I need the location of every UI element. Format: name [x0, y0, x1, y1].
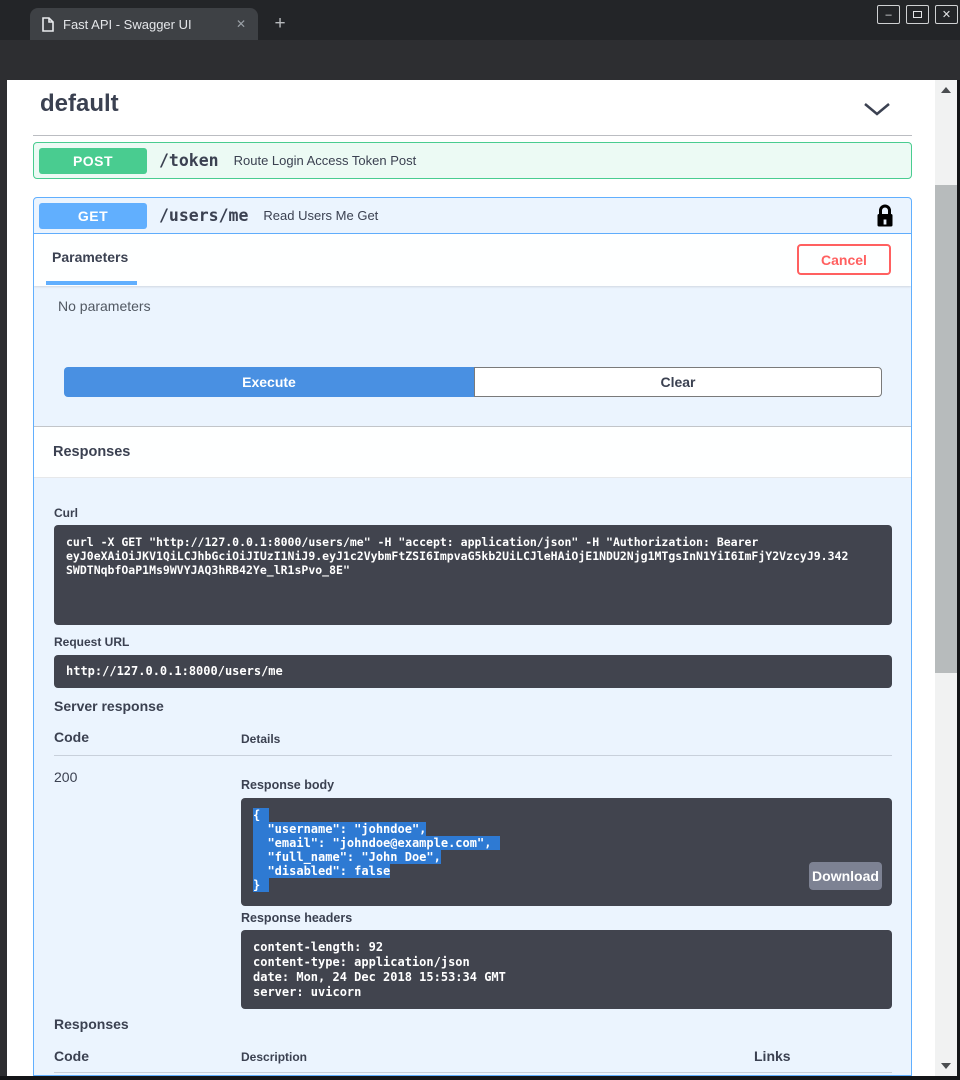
curl-label: Curl: [54, 506, 78, 520]
execute-button[interactable]: Execute: [64, 367, 474, 397]
tab-close-icon[interactable]: ✕: [232, 15, 250, 33]
response-body-line: "disabled": false: [253, 864, 880, 878]
response-headers-block: content-length: 92 content-type: applica…: [241, 930, 892, 1009]
clear-button[interactable]: Clear: [474, 367, 882, 397]
browser-tab[interactable]: Fast API - Swagger UI ✕: [30, 8, 258, 40]
download-button[interactable]: Download: [809, 862, 882, 890]
response-body-line: "username": "johndoe",: [253, 822, 880, 836]
responses-label: Responses: [53, 444, 130, 460]
endpoint-header[interactable]: GET /users/me Read Users Me Get: [34, 198, 911, 234]
section-title[interactable]: default: [40, 90, 119, 118]
maximize-button[interactable]: [906, 5, 929, 24]
request-url-label: Request URL: [54, 635, 129, 649]
code-column-header: Code: [54, 729, 89, 745]
section-divider: [33, 135, 912, 136]
get-method-badge: GET: [39, 203, 147, 229]
response-body-label: Response body: [241, 778, 334, 792]
links-column-header: Links: [754, 1048, 791, 1064]
responses-section-header: Responses: [34, 426, 911, 478]
response-body-line: {: [253, 808, 880, 822]
response-headers-label: Response headers: [241, 911, 352, 925]
post-method-badge: POST: [39, 148, 147, 174]
new-tab-button[interactable]: +: [268, 12, 292, 36]
tab-parameters[interactable]: Parameters: [52, 249, 128, 265]
response-header-line: date: Mon, 24 Dec 2018 15:53:34 GMT: [253, 970, 880, 985]
description-column-header: Description: [241, 1050, 307, 1064]
status-code: 200: [54, 769, 77, 785]
active-tab-underline: [46, 281, 137, 285]
server-response-label: Server response: [54, 698, 164, 714]
details-column-header: Details: [241, 732, 280, 746]
responses-schema-label: Responses: [54, 1016, 129, 1032]
close-button[interactable]: ✕: [935, 5, 958, 24]
response-body-line: }: [253, 878, 880, 892]
endpoint-summary: Route Login Access Token Post: [234, 153, 417, 168]
window-controls: – ✕: [877, 5, 958, 24]
curl-line: SWDTNqbfOaP1Ms9WVYJAQ3hRB42Ye_lR1sPvo_8E…: [66, 563, 880, 577]
table-divider: [54, 755, 892, 756]
response-body-block: { "username": "johndoe", "email": "johnd…: [241, 798, 892, 906]
endpoint-path: /users/me: [159, 206, 248, 225]
response-header-line: content-type: application/json: [253, 955, 880, 970]
curl-command-block: curl -X GET "http://127.0.0.1:8000/users…: [54, 525, 892, 625]
maximize-icon: [913, 11, 922, 18]
window-border-bottom: [0, 1076, 960, 1080]
request-url-value: http://127.0.0.1:8000/users/me: [66, 664, 880, 678]
cancel-button[interactable]: Cancel: [797, 244, 891, 275]
minimize-button[interactable]: –: [877, 5, 900, 24]
curl-line: curl -X GET "http://127.0.0.1:8000/users…: [66, 535, 880, 549]
scrollbar-down-arrow[interactable]: [941, 1063, 951, 1069]
scrollbar-up-arrow[interactable]: [941, 87, 951, 93]
curl-line: eyJ0eXAiOiJKV1QiLCJhbGciOiJIUzI1NiJ9.eyJ…: [66, 549, 880, 563]
request-url-block: http://127.0.0.1:8000/users/me: [54, 655, 892, 688]
endpoint-post-token[interactable]: POST /token Route Login Access Token Pos…: [33, 142, 912, 179]
endpoint-path: /token: [159, 151, 219, 170]
chevron-down-icon[interactable]: [862, 101, 892, 117]
tab-title: Fast API - Swagger UI: [63, 17, 232, 32]
response-body-line: "full_name": "John Doe",: [253, 850, 880, 864]
response-header-line: server: uvicorn: [253, 985, 880, 1000]
endpoint-get-users-me: GET /users/me Read Users Me Get Paramete…: [33, 197, 912, 1076]
response-header-line: content-length: 92: [253, 940, 880, 955]
endpoint-summary: Read Users Me Get: [263, 208, 378, 223]
scrollbar-thumb[interactable]: [935, 185, 957, 673]
code-column-header: Code: [54, 1048, 89, 1064]
table-divider: [54, 1072, 892, 1073]
auth-lock-icon[interactable]: [876, 204, 894, 233]
parameters-header: Parameters Cancel: [34, 234, 911, 286]
page-favicon-icon: [42, 17, 54, 32]
no-parameters-text: No parameters: [58, 298, 151, 314]
browser-titlebar: Fast API - Swagger UI ✕ + – ✕: [0, 0, 960, 40]
response-body-line: "email": "johndoe@example.com",: [253, 836, 880, 850]
